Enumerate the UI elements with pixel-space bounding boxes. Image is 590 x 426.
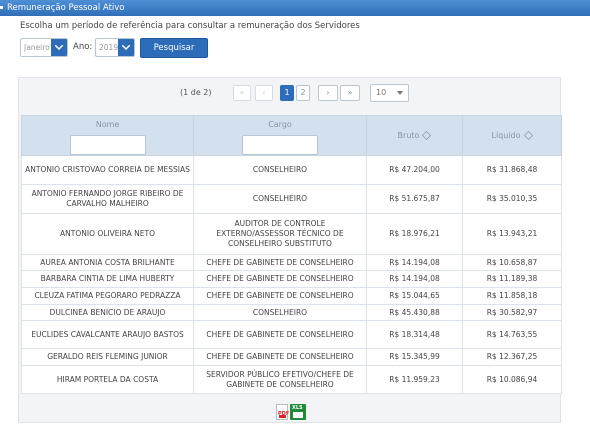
- table-row: ANTONIO OLIVEIRA NETO AUDITOR DE CONTROL…: [21, 213, 562, 255]
- cell-nome: EUCLIDES CAVALCANTE ARAUJO BASTOS: [21, 320, 194, 349]
- cell-bruto: R$ 11.959,23: [366, 365, 463, 394]
- table-row: EUCLIDES CAVALCANTE ARAUJO BASTOS CHEFE …: [21, 320, 562, 349]
- pager-info: (1 de 2): [180, 88, 212, 97]
- cell-nome: CLEUZA FATIMA PEGORARO PEDRAZZA: [21, 287, 194, 305]
- page-2-button[interactable]: 2: [296, 85, 310, 101]
- cell-liquido: R$ 13.943,21: [462, 213, 562, 255]
- month-dropdown-button[interactable]: [51, 39, 67, 56]
- search-button[interactable]: Pesquisar: [140, 38, 208, 58]
- window-title: Remuneração Pessoal Ativo: [7, 3, 125, 13]
- year-dropdown-button[interactable]: [118, 39, 134, 56]
- remuneration-table: Nome Cargo Bruto Líquido ANTONIO CRISTOV…: [21, 115, 562, 394]
- cell-cargo: CONSELHEIRO: [193, 155, 367, 185]
- cell-bruto: R$ 15.044,65: [366, 287, 463, 305]
- bullet-icon: [0, 6, 3, 9]
- table-row: ANTONIO FERNANDO JORGE RIBEIRO DE CARVAL…: [21, 184, 562, 214]
- sort-icon: [523, 131, 533, 140]
- cell-liquido: R$ 11.189,38: [462, 270, 562, 288]
- cell-bruto: R$ 14.194,08: [366, 254, 463, 271]
- table-row: ANTONIO CRISTOVAO CORREIA DE MESSIAS CON…: [21, 155, 562, 185]
- cell-nome: ANTONIO CRISTOVAO CORREIA DE MESSIAS: [21, 155, 194, 185]
- cell-bruto: R$ 18.314,48: [366, 320, 463, 349]
- month-select-value: Janeiro: [24, 43, 50, 52]
- cell-cargo: CHEFE DE GABINETE DE CONSELHEIRO: [193, 270, 367, 288]
- cell-cargo: CONSELHEIRO: [193, 184, 367, 214]
- cell-liquido: R$ 10.086,94: [462, 365, 562, 394]
- cell-liquido: R$ 12.367,25: [462, 348, 562, 366]
- cell-nome: GERALDO REIS FLEMING JUNIOR: [21, 348, 194, 366]
- pdf-export-icon[interactable]: PDF: [276, 404, 289, 420]
- prev-page-button[interactable]: ‹: [255, 85, 273, 101]
- column-header-label: Cargo: [268, 120, 292, 129]
- table-row: BARBARA CINTIA DE LIMA HUBERTY CHEFE DE …: [21, 270, 562, 288]
- last-page-button[interactable]: »: [340, 85, 360, 101]
- first-page-button[interactable]: «: [233, 85, 251, 101]
- column-header-cargo: Cargo: [193, 115, 367, 156]
- intro-text: Escolha um período de referência para co…: [20, 21, 360, 31]
- table-row: HIRAM PORTELA DA COSTA SERVIDOR PÚBLICO …: [21, 365, 562, 394]
- table-row: CLEUZA FATIMA PEGORARO PEDRAZZA CHEFE DE…: [21, 287, 562, 305]
- cell-nome: ANTONIO FERNANDO JORGE RIBEIRO DE CARVAL…: [21, 184, 194, 214]
- cell-liquido: R$ 11.858,18: [462, 287, 562, 305]
- sort-icon: [422, 131, 432, 140]
- cell-cargo: AUDITOR DE CONTROLE EXTERNO/ASSESSOR TÉC…: [193, 213, 367, 255]
- cell-cargo: CHEFE DE GABINETE DE CONSELHEIRO: [193, 348, 367, 366]
- cell-nome: DULCINEA BENICIO DE ARAUJO: [21, 304, 194, 321]
- cell-liquido: R$ 30.582,97: [462, 304, 562, 321]
- page-1-button[interactable]: 1: [280, 85, 294, 101]
- cargo-filter-input[interactable]: [242, 135, 318, 155]
- table-row: AUREA ANTONIA COSTA BRILHANTE CHEFE DE G…: [21, 254, 562, 271]
- column-header-bruto[interactable]: Bruto: [366, 115, 463, 156]
- cell-bruto: R$ 51.675,87: [366, 184, 463, 214]
- column-header-nome: Nome: [21, 115, 194, 156]
- chevron-down-icon: [55, 45, 63, 50]
- column-header-label: Nome: [95, 120, 120, 129]
- chevron-down-icon: [122, 45, 130, 50]
- cell-cargo: SERVIDOR PÚBLICO EFETIVO/CHEFE DE GABINE…: [193, 365, 367, 394]
- window-titlebar: Remuneração Pessoal Ativo: [0, 0, 590, 16]
- year-label: Ano:: [73, 42, 93, 52]
- cell-bruto: R$ 18.976,21: [366, 213, 463, 255]
- cell-nome: ANTONIO OLIVEIRA NETO: [21, 213, 194, 255]
- cell-nome: BARBARA CINTIA DE LIMA HUBERTY: [21, 270, 194, 288]
- cell-nome: AUREA ANTONIA COSTA BRILHANTE: [21, 254, 194, 271]
- next-page-button[interactable]: ›: [318, 85, 338, 101]
- xls-icon-text: XLS: [292, 405, 303, 411]
- column-header-liquido[interactable]: Líquido: [462, 115, 562, 156]
- table-row: GERALDO REIS FLEMING JUNIOR CHEFE DE GAB…: [21, 348, 562, 366]
- cell-cargo: CHEFE DE GABINETE DE CONSELHEIRO: [193, 287, 367, 305]
- column-header-label: Líquido: [491, 131, 521, 140]
- cell-bruto: R$ 45.430,88: [366, 304, 463, 321]
- cell-cargo: CONSELHEIRO: [193, 304, 367, 321]
- cell-liquido: R$ 31.868,48: [462, 155, 562, 185]
- cell-nome: HIRAM PORTELA DA COSTA: [21, 365, 194, 394]
- cell-cargo: CHEFE DE GABINETE DE CONSELHEIRO: [193, 320, 367, 349]
- cell-liquido: R$ 35.010,35: [462, 184, 562, 214]
- table-row: DULCINEA BENICIO DE ARAUJO CONSELHEIRO R…: [21, 304, 562, 321]
- month-select[interactable]: Janeiro: [20, 38, 68, 57]
- cell-liquido: R$ 14.763,55: [462, 320, 562, 349]
- cell-bruto: R$ 15.345,99: [366, 348, 463, 366]
- cell-liquido: R$ 10.658,87: [462, 254, 562, 271]
- xls-export-icon[interactable]: XLS: [290, 404, 306, 420]
- cell-bruto: R$ 14.194,08: [366, 270, 463, 288]
- rows-per-page-select[interactable]: 10: [370, 84, 409, 102]
- cell-bruto: R$ 47.204,00: [366, 155, 463, 185]
- cell-cargo: CHEFE DE GABINETE DE CONSELHEIRO: [193, 254, 367, 271]
- column-header-label: Bruto: [397, 131, 420, 140]
- year-select[interactable]: 2019: [95, 38, 135, 57]
- year-select-value: 2019: [99, 43, 118, 52]
- caret-down-icon: [397, 91, 403, 95]
- rows-per-page-value: 10: [376, 88, 387, 97]
- nome-filter-input[interactable]: [69, 135, 146, 155]
